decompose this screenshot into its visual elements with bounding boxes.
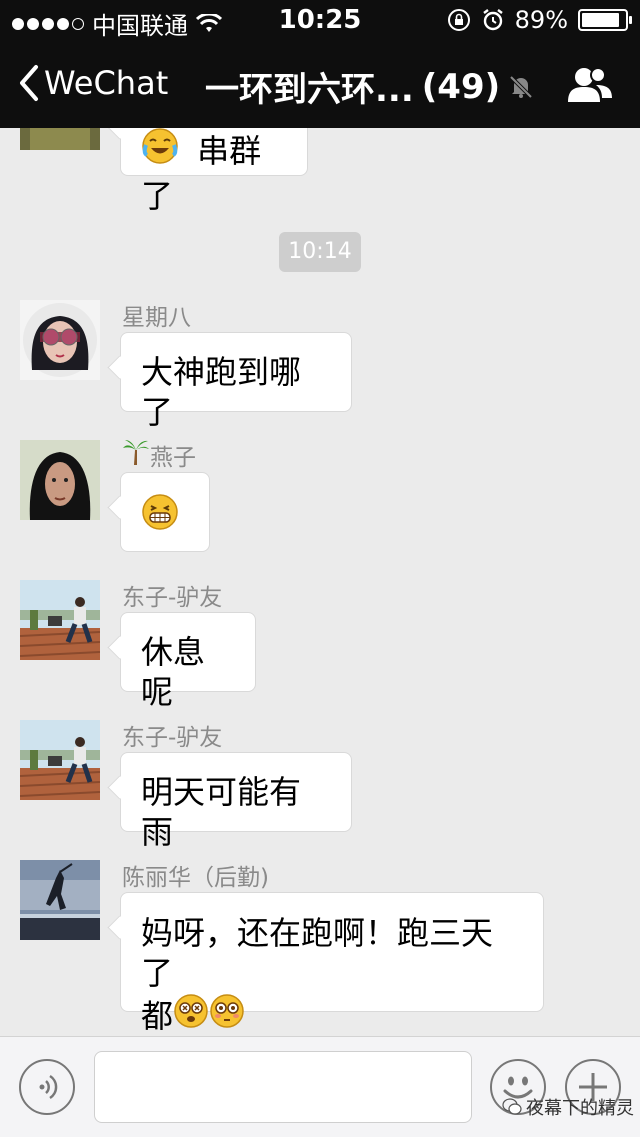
flushed-face-emoji [209, 993, 245, 1036]
avatar[interactable] [20, 580, 100, 660]
message-bubble[interactable]: 串群了 [120, 128, 308, 215]
group-info-button[interactable] [566, 66, 614, 108]
rotation-lock-icon [447, 9, 470, 31]
avatar[interactable] [20, 720, 100, 800]
avatar[interactable] [20, 300, 100, 380]
sender-name: 东子-驴友 [122, 725, 223, 751]
message-input[interactable] [94, 1051, 472, 1123]
grin-emoji [141, 493, 179, 540]
member-count: (49) [421, 66, 501, 107]
back-label: WeChat [44, 64, 169, 102]
voice-icon [39, 1074, 58, 1100]
message-bubble[interactable]: 大神跑到哪了 [120, 332, 352, 431]
mute-bell-icon [509, 75, 533, 98]
tears-of-joy-emoji [141, 128, 179, 174]
chevron-left-icon [20, 65, 38, 101]
nav-bar: WeChat 一环到六环... (49) [0, 40, 640, 128]
chat-area[interactable]: 串群了 10:14 星期八 大神跑到哪了 燕子 东子-驴友 休息呢 东子-驴友 … [0, 128, 640, 1036]
message-text: 都 [141, 996, 174, 1035]
sender-name: 燕子 [150, 445, 196, 471]
status-right: 89% [447, 6, 632, 34]
input-bar [0, 1036, 640, 1137]
chat-title: 一环到六环... (49) [205, 62, 534, 111]
sender-name-row: 燕子 [122, 438, 196, 472]
back-button[interactable]: WeChat [18, 64, 168, 102]
message-text: 大神跑到哪了 [141, 353, 302, 431]
message-text: 明天可能有雨 [141, 773, 302, 851]
message-bubble[interactable]: 妈呀，还在跑啊！跑三天了 都 [120, 892, 544, 1035]
message-bubble[interactable] [120, 472, 210, 552]
chat-title-text: 一环到六环... [205, 70, 414, 110]
status-bar: 中国联通 10:25 89% [0, 0, 640, 40]
watermark-text: 夜幕下的精灵 [526, 1098, 634, 1119]
wechat-logo-icon [502, 1098, 522, 1115]
watermark: 夜幕下的精灵 [502, 1094, 634, 1120]
avatar[interactable] [20, 440, 100, 520]
top-bar: 中国联通 10:25 89% WeChat 一环到六环... (49) [0, 0, 640, 128]
alarm-icon [482, 9, 503, 31]
sender-name: 陈丽华（后勤) [122, 865, 269, 891]
time-divider: 10:14 [279, 232, 361, 272]
message-text-line-2: 都 [141, 993, 523, 1036]
dizzy-face-emoji [173, 993, 209, 1036]
message-text-line: 妈呀，还在跑啊！跑三天了 [141, 914, 494, 992]
sender-name: 星期八 [122, 305, 191, 331]
sender-name: 东子-驴友 [122, 585, 223, 611]
group-people-icon [568, 67, 612, 102]
avatar[interactable] [20, 128, 100, 180]
battery-icon [578, 9, 632, 31]
palm-tree-emoji [122, 438, 150, 472]
message-text: 休息呢 [141, 633, 206, 711]
voice-input-button[interactable] [19, 1059, 75, 1115]
message-bubble[interactable]: 休息呢 [120, 612, 256, 711]
battery-percent: 89% [514, 6, 568, 34]
avatar[interactable] [20, 860, 100, 940]
message-bubble[interactable]: 明天可能有雨 [120, 752, 352, 851]
